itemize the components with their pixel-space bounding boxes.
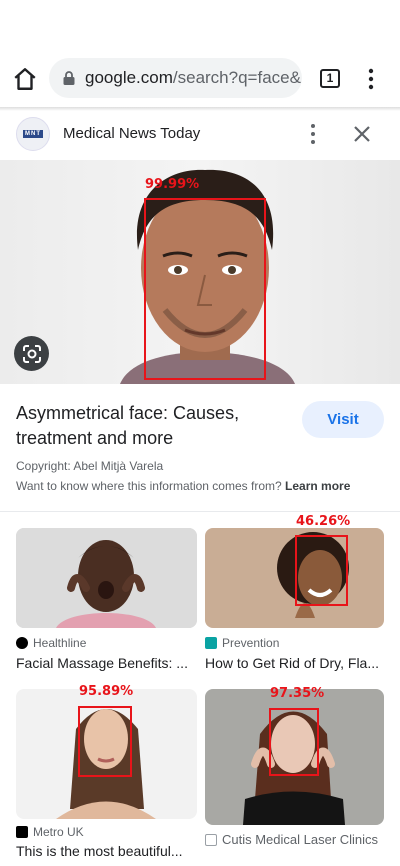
related-source: Metro UK xyxy=(16,825,84,839)
face-confidence-label: 99.99% xyxy=(145,177,200,192)
source-favicon xyxy=(205,637,217,649)
status-bar xyxy=(0,0,400,48)
tab-switcher-button[interactable]: 1 xyxy=(320,69,340,88)
source-favicon xyxy=(16,637,28,649)
visit-button[interactable]: Visit xyxy=(302,401,384,438)
related-source-name: Prevention xyxy=(222,636,280,650)
address-bar[interactable]: google.com/search?q=face& xyxy=(49,58,302,98)
face-confidence-label: 46.26% xyxy=(296,514,351,529)
related-title: This is the most beautiful... xyxy=(16,843,183,859)
face-detection-box xyxy=(144,198,266,380)
url-path: /search?q=face& xyxy=(172,68,301,87)
related-title: How to Get Rid of Dry, Fla... xyxy=(205,655,380,671)
face-confidence-label: 95.89% xyxy=(79,684,134,699)
browser-toolbar: google.com/search?q=face& 1 xyxy=(0,48,400,108)
more-vert-icon[interactable] xyxy=(362,68,380,90)
source-favicon xyxy=(16,826,28,838)
url-host: google.com xyxy=(85,68,173,87)
related-source: Healthline xyxy=(16,636,86,650)
info-source-line: Want to know where this information come… xyxy=(16,479,350,493)
info-prefix: Want to know where this information come… xyxy=(16,479,282,493)
related-title: Facial Massage Benefits: ... xyxy=(16,655,188,671)
more-vert-icon[interactable] xyxy=(305,123,321,145)
hero-image[interactable]: 99.99% xyxy=(0,160,400,384)
source-name[interactable]: Medical News Today xyxy=(63,125,200,142)
lock-icon xyxy=(63,71,75,85)
home-icon[interactable] xyxy=(12,66,38,92)
source-favicon xyxy=(205,833,217,846)
close-icon[interactable] xyxy=(352,124,372,144)
face-detection-box xyxy=(295,535,348,606)
source-header: MNT Medical News Today xyxy=(0,111,400,159)
face-detection-box xyxy=(269,708,319,776)
result-title[interactable]: Asymmetrical face: Causes, treatment and… xyxy=(16,401,286,451)
related-thumbnail xyxy=(16,528,197,628)
lens-icon xyxy=(22,344,41,363)
related-source: Prevention xyxy=(205,636,279,650)
related-source-name: Metro UK xyxy=(33,825,84,839)
learn-more-link[interactable]: Learn more xyxy=(285,479,350,493)
url-text: google.com/search?q=face& xyxy=(85,68,301,88)
related-source: Cutis Medical Laser Clinics xyxy=(205,832,378,847)
lens-search-button[interactable] xyxy=(14,336,49,371)
related-source-name: Healthline xyxy=(33,636,87,650)
face-thumbnail-illustration xyxy=(16,528,197,628)
copyright-text: Copyright: Abel Mitjà Varela xyxy=(16,459,164,473)
source-logo: MNT xyxy=(16,117,50,151)
face-detection-box xyxy=(78,706,132,777)
related-source-name: Cutis Medical Laser Clinics xyxy=(222,832,379,847)
divider xyxy=(0,511,400,512)
face-confidence-label: 97.35% xyxy=(270,686,325,701)
source-logo-text: MNT xyxy=(23,130,43,138)
